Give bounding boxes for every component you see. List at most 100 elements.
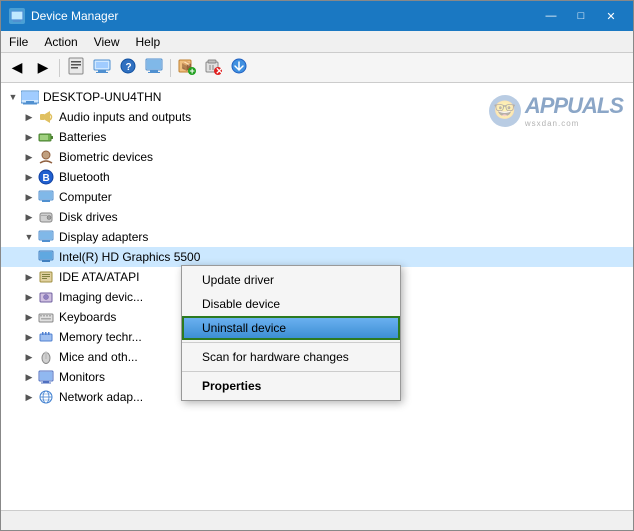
remove-button[interactable]: ✕ — [201, 56, 225, 80]
disk-icon — [37, 209, 55, 225]
disk-toggle[interactable]: ▶ — [21, 209, 37, 225]
ctx-update-driver[interactable]: Update driver — [182, 268, 400, 292]
status-bar — [1, 510, 633, 530]
root-toggle[interactable]: ▼ — [5, 89, 21, 105]
disp-icon — [37, 229, 55, 245]
disk-label: Disk drives — [59, 210, 118, 224]
add-button[interactable]: 📦 + — [175, 56, 199, 80]
back-button[interactable]: ◀ — [5, 56, 29, 80]
close-button[interactable]: ✕ — [597, 6, 625, 26]
bt-icon: B — [37, 169, 55, 185]
bat-label: Batteries — [59, 130, 106, 144]
ctx-separator-2 — [182, 371, 400, 372]
tree-item-display[interactable]: ▼ Display adapters — [1, 227, 633, 247]
root-icon — [21, 89, 39, 105]
forward-button[interactable]: ▶ — [31, 56, 55, 80]
img-icon — [37, 289, 55, 305]
display-icon — [145, 57, 163, 78]
svg-text:✕: ✕ — [216, 66, 223, 75]
net-icon — [37, 389, 55, 405]
gpu-icon — [37, 249, 55, 265]
img-toggle[interactable]: ▶ — [21, 289, 37, 305]
toolbar: ◀ ▶ — [1, 53, 633, 83]
title-bar-left: Device Manager — [9, 8, 118, 24]
ctx-scan-hardware[interactable]: Scan for hardware changes — [182, 345, 400, 369]
minimize-button[interactable]: — — [537, 6, 565, 26]
title-bar: Device Manager — □ ✕ — [1, 1, 633, 31]
tree-item-disk[interactable]: ▶ Disk drives — [1, 207, 633, 227]
menu-help[interactable]: Help — [128, 33, 169, 51]
content-area: 🤓 APPUALS wsxdan.com ▼ — [1, 83, 633, 510]
mem-toggle[interactable]: ▶ — [21, 329, 37, 345]
ide-icon — [37, 269, 55, 285]
disp-toggle[interactable]: ▼ — [21, 229, 37, 245]
tree-item-batteries[interactable]: ▶ Batteries — [1, 127, 633, 147]
comp-toggle[interactable]: ▶ — [21, 189, 37, 205]
mem-label: Memory techr... — [59, 330, 142, 344]
tree-item-bluetooth[interactable]: ▶ B Bluetooth — [1, 167, 633, 187]
audio-toggle[interactable]: ▶ — [21, 109, 37, 125]
help-button[interactable]: ? — [116, 56, 140, 80]
menu-action[interactable]: Action — [36, 33, 85, 51]
ide-toggle[interactable]: ▶ — [21, 269, 37, 285]
tree-root[interactable]: ▼ DESKTOP-UNU4THN — [1, 87, 633, 107]
ctx-properties[interactable]: Properties — [182, 374, 400, 398]
bio-label: Biometric devices — [59, 150, 153, 164]
tree-item-biometric[interactable]: ▶ Biometric devices — [1, 147, 633, 167]
back-icon: ◀ — [12, 59, 23, 76]
display-button[interactable] — [142, 56, 166, 80]
ctx-separator — [182, 342, 400, 343]
ctx-disable-device[interactable]: Disable device — [182, 292, 400, 316]
maximize-button[interactable]: □ — [567, 6, 595, 26]
svg-text:?: ? — [126, 62, 132, 73]
scan-icon — [230, 57, 248, 78]
kbd-icon — [37, 309, 55, 325]
kbd-label: Keyboards — [59, 310, 116, 324]
toolbar-separator-1 — [59, 59, 60, 77]
device-manager-window: Device Manager — □ ✕ File Action View He… — [0, 0, 634, 531]
computer-button[interactable] — [90, 56, 114, 80]
img-label: Imaging devic... — [59, 290, 143, 304]
window-title: Device Manager — [31, 9, 118, 23]
mem-icon — [37, 329, 55, 345]
disp-label: Display adapters — [59, 230, 148, 244]
remove-icon: ✕ — [204, 57, 222, 78]
properties-button[interactable] — [64, 56, 88, 80]
ctx-uninstall-device[interactable]: Uninstall device — [182, 316, 400, 340]
net-label: Network adap... — [59, 390, 143, 404]
add-icon: 📦 + — [178, 57, 196, 78]
bio-icon — [37, 149, 55, 165]
help-icon: ? — [119, 57, 137, 78]
root-label: DESKTOP-UNU4THN — [43, 90, 161, 104]
window-icon — [9, 8, 25, 24]
svg-text:B: B — [43, 173, 50, 184]
mon-icon — [37, 369, 55, 385]
mice-icon — [37, 349, 55, 365]
tree-item-intel-gpu[interactable]: Intel(R) HD Graphics 5500 — [1, 247, 633, 267]
net-toggle[interactable]: ▶ — [21, 389, 37, 405]
forward-icon: ▶ — [38, 59, 49, 76]
scan-button[interactable] — [227, 56, 251, 80]
bt-toggle[interactable]: ▶ — [21, 169, 37, 185]
bio-toggle[interactable]: ▶ — [21, 149, 37, 165]
title-controls: — □ ✕ — [537, 6, 625, 26]
properties-icon — [67, 57, 85, 78]
audio-label: Audio inputs and outputs — [59, 110, 191, 124]
svg-text:+: + — [190, 66, 195, 75]
menu-bar: File Action View Help — [1, 31, 633, 53]
context-menu: Update driver Disable device Uninstall d… — [181, 265, 401, 401]
kbd-toggle[interactable]: ▶ — [21, 309, 37, 325]
comp-icon — [37, 189, 55, 205]
tree-item-audio[interactable]: ▶ Audio inputs and outputs — [1, 107, 633, 127]
comp-label: Computer — [59, 190, 112, 204]
gpu-label: Intel(R) HD Graphics 5500 — [59, 250, 200, 264]
menu-view[interactable]: View — [86, 33, 128, 51]
bat-icon — [37, 129, 55, 145]
bat-toggle[interactable]: ▶ — [21, 129, 37, 145]
tree-item-computer[interactable]: ▶ Computer — [1, 187, 633, 207]
mon-toggle[interactable]: ▶ — [21, 369, 37, 385]
menu-file[interactable]: File — [1, 33, 36, 51]
mon-label: Monitors — [59, 370, 105, 384]
computer-icon — [93, 57, 111, 78]
mice-toggle[interactable]: ▶ — [21, 349, 37, 365]
